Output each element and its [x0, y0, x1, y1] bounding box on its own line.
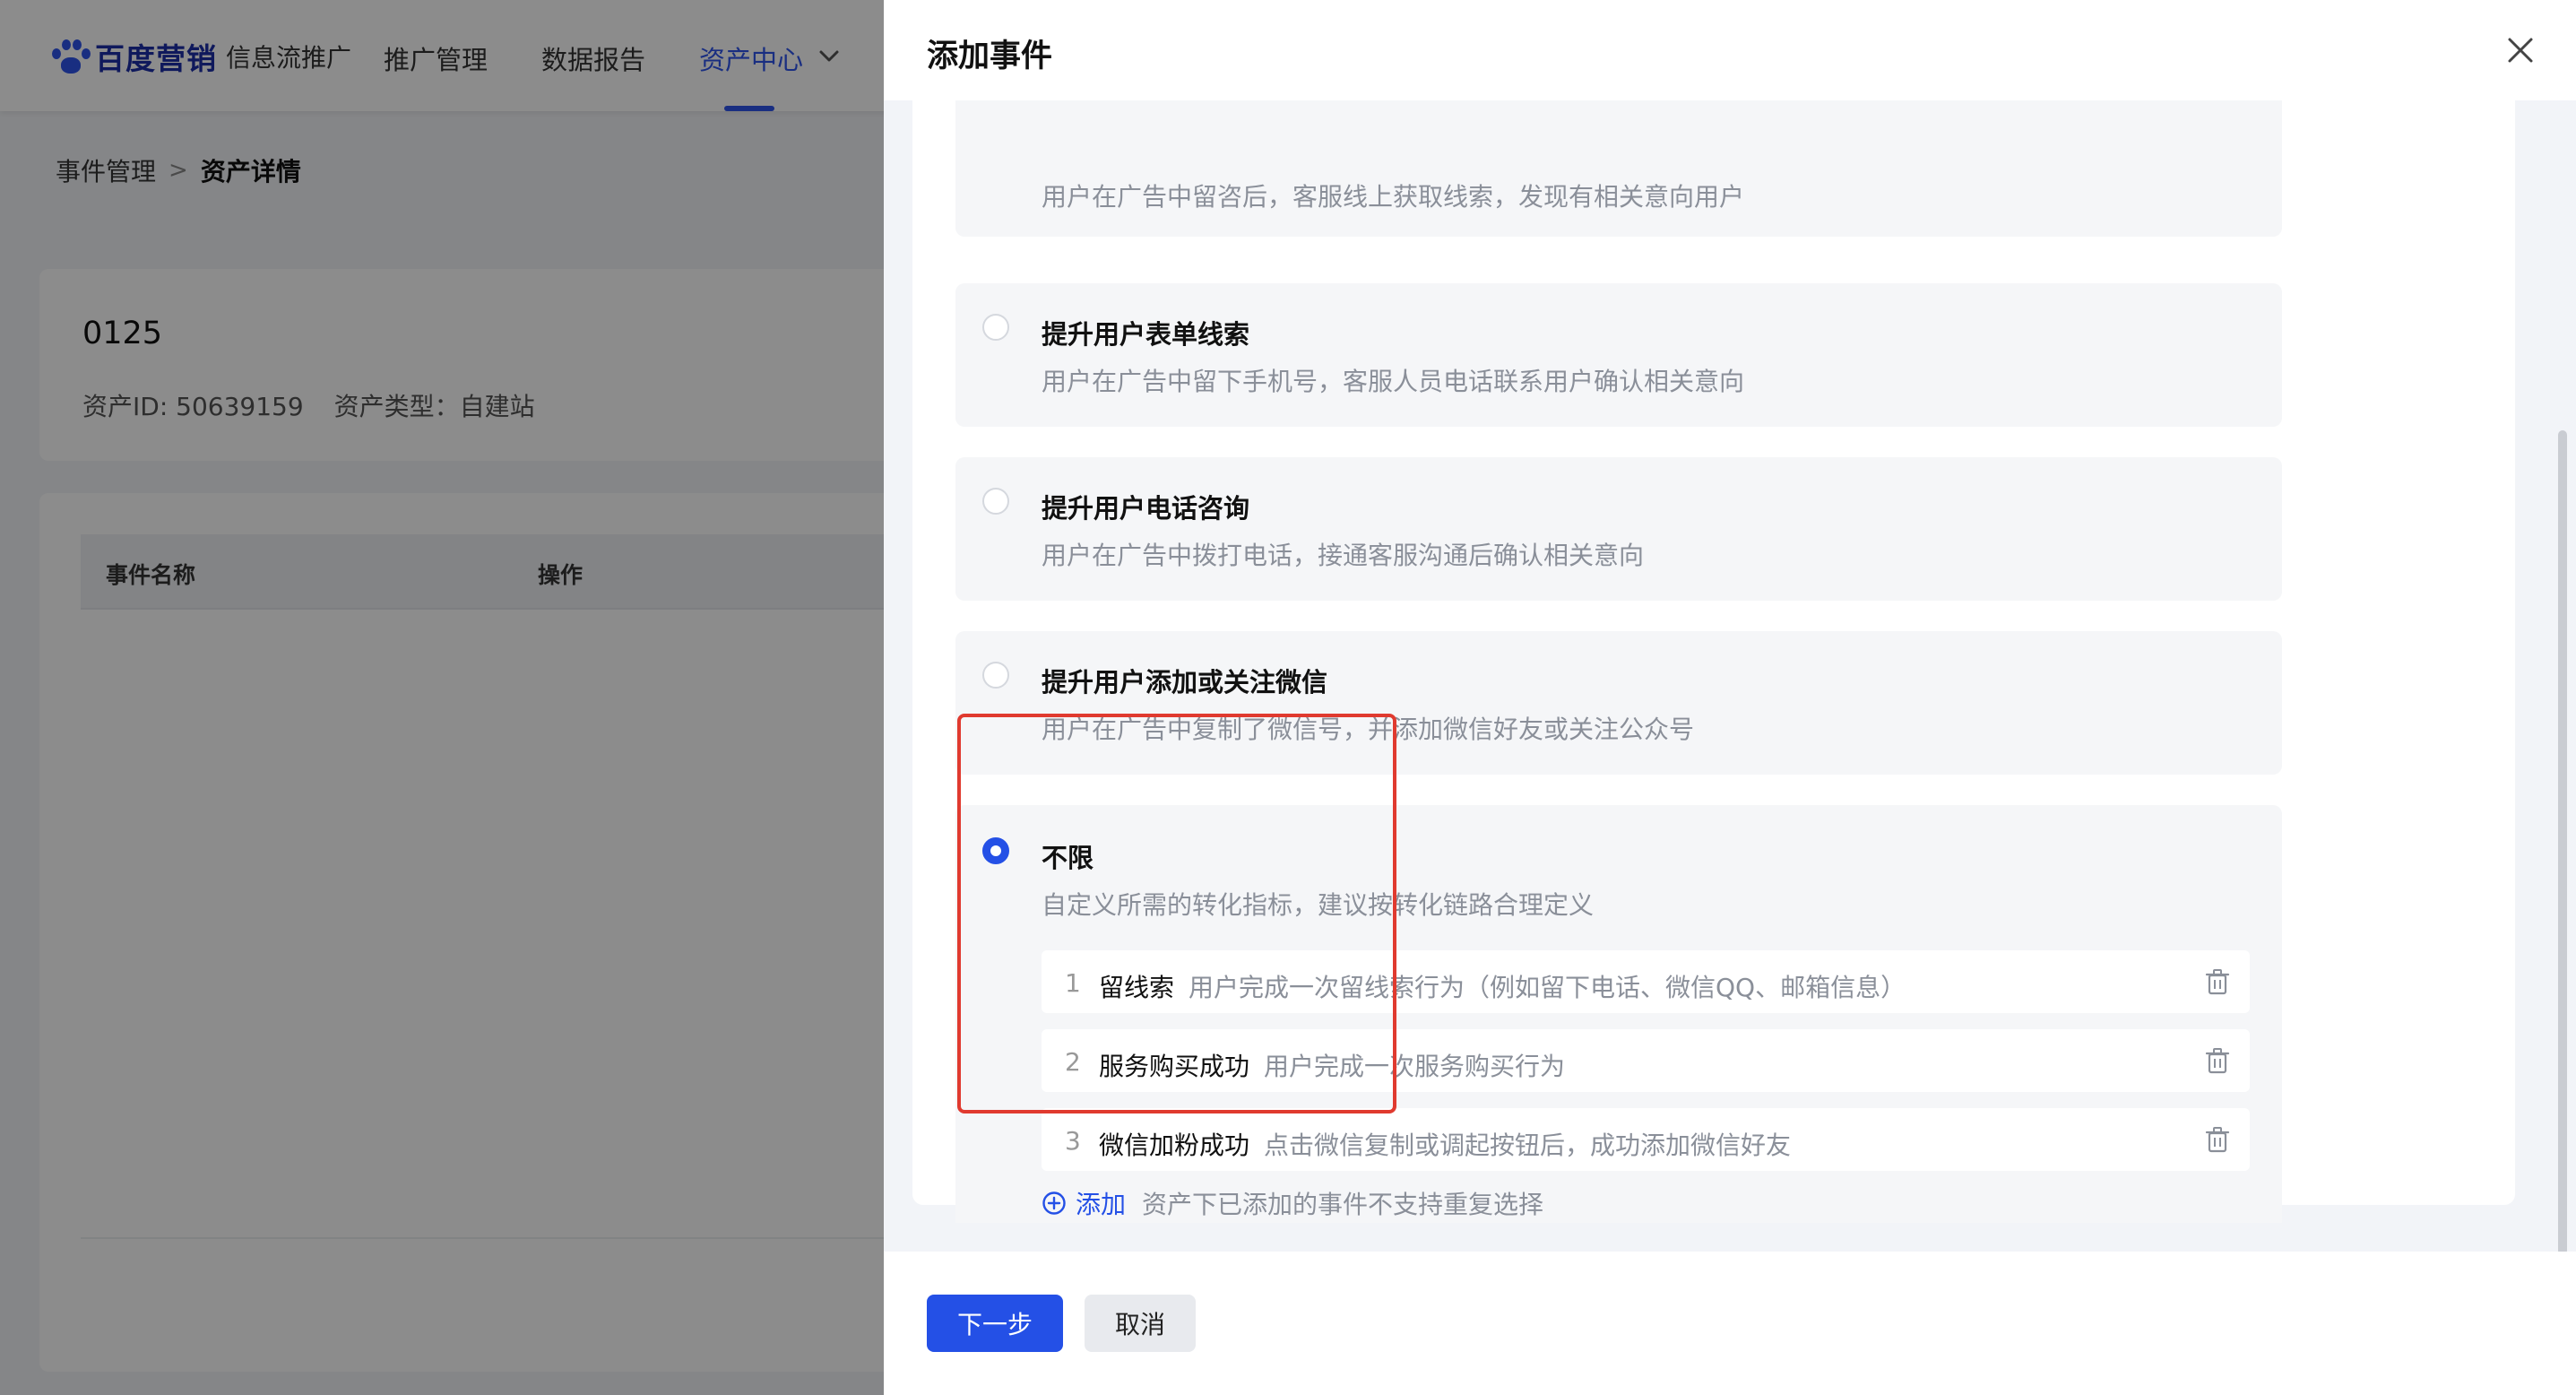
cancel-button[interactable]: 取消 [1085, 1295, 1196, 1352]
add-event-note: 资产下已添加的事件不支持重复选择 [1142, 1190, 1544, 1219]
option-desc: 用户在广告中拨打电话，接通客服沟通后确认相关意向 [1042, 541, 1645, 570]
option-title: 提升用户电话咨询 [1042, 493, 1250, 524]
add-event-drawer: 添加事件 用户在广告中留咨后，客服线上获取线索，发现有相关意向用户 提升用户表单… [884, 0, 2576, 1395]
option-desc: 用户在广告中留咨后，客服线上获取线索，发现有相关意向用户 [1042, 182, 1745, 212]
drawer-header: 添加事件 [884, 0, 2576, 100]
radio-unlimited-selected[interactable] [982, 837, 1009, 864]
option-title: 提升用户添加或关注微信 [1042, 667, 1328, 698]
event-options-panel: 用户在广告中留咨后，客服线上获取线索，发现有相关意向用户 提升用户表单线索 用户… [912, 100, 2515, 1223]
radio-phone-consult[interactable] [982, 488, 1009, 515]
event-name-text: 留线索 [1099, 973, 1175, 1002]
drawer-title: 添加事件 [927, 39, 1053, 74]
option-title: 提升用户表单线索 [1042, 319, 1250, 350]
trash-icon[interactable] [2205, 1126, 2230, 1153]
option-card-wechat-follow[interactable]: 提升用户添加或关注微信 用户在广告中复制了微信号，并添加微信好友或关注公众号 [955, 631, 2282, 775]
event-row: 1 留线索 用户完成一次留线索行为（例如留下电话、微信QQ、邮箱信息） [1042, 950, 2250, 1013]
scrollbar-thumb[interactable] [2558, 430, 2567, 1255]
drawer-scroll-area[interactable]: 用户在广告中留咨后，客服线上获取线索，发现有相关意向用户 提升用户表单线索 用户… [912, 100, 2515, 1223]
event-row: 3 微信加粉成功 点击微信复制或调起按钮后，成功添加微信好友 [1042, 1108, 2250, 1171]
event-desc: 用户完成一次留线索行为（例如留下电话、微信QQ、邮箱信息） [1189, 973, 1906, 1002]
event-index: 2 [1065, 1047, 1081, 1077]
event-index: 3 [1065, 1126, 1081, 1156]
close-icon[interactable] [2504, 34, 2537, 66]
plus-circle-icon [1042, 1191, 1066, 1215]
radio-form-leads[interactable] [982, 314, 1009, 341]
option-desc: 用户在广告中留下手机号，客服人员电话联系用户确认相关意向 [1042, 367, 1745, 396]
add-event-link[interactable]: 添加 [1042, 1185, 1126, 1221]
option-desc: 自定义所需的转化指标，建议按转化链路合理定义 [1042, 890, 1595, 920]
event-name: 留线索 用户完成一次留线索行为（例如留下电话、微信QQ、邮箱信息） [1099, 968, 1906, 1004]
trash-icon[interactable] [2205, 968, 2230, 995]
next-step-button[interactable]: 下一步 [927, 1295, 1063, 1352]
option-card-online-leads[interactable]: 用户在广告中留咨后，客服线上获取线索，发现有相关意向用户 [955, 100, 2282, 237]
event-name: 微信加粉成功 点击微信复制或调起按钮后，成功添加微信好友 [1099, 1126, 1791, 1162]
add-event-label: 添加 [1076, 1190, 1127, 1219]
option-desc: 用户在广告中复制了微信号，并添加微信好友或关注公众号 [1042, 715, 1695, 744]
option-card-phone-consult[interactable]: 提升用户电话咨询 用户在广告中拨打电话，接通客服沟通后确认相关意向 [955, 457, 2282, 601]
event-name-text: 服务购买成功 [1099, 1052, 1250, 1081]
drawer-footer: 下一步 取消 [884, 1252, 2576, 1395]
add-event-row: 添加 资产下已添加的事件不支持重复选择 [1042, 1185, 1543, 1221]
trash-icon[interactable] [2205, 1047, 2230, 1074]
option-card-form-leads[interactable]: 提升用户表单线索 用户在广告中留下手机号，客服人员电话联系用户确认相关意向 [955, 283, 2282, 427]
option-card-unlimited[interactable]: 不限 自定义所需的转化指标，建议按转化链路合理定义 1 留线索 用户完成一次留线索… [955, 805, 2282, 1223]
event-name: 服务购买成功 用户完成一次服务购买行为 [1099, 1047, 1565, 1083]
event-index: 1 [1065, 968, 1081, 998]
event-desc: 用户完成一次服务购买行为 [1264, 1052, 1566, 1081]
event-name-text: 微信加粉成功 [1099, 1131, 1250, 1160]
event-desc: 点击微信复制或调起按钮后，成功添加微信好友 [1264, 1131, 1792, 1160]
radio-wechat-follow[interactable] [982, 662, 1009, 689]
event-row: 2 服务购买成功 用户完成一次服务购买行为 [1042, 1029, 2250, 1092]
option-title: 不限 [1042, 843, 1094, 873]
